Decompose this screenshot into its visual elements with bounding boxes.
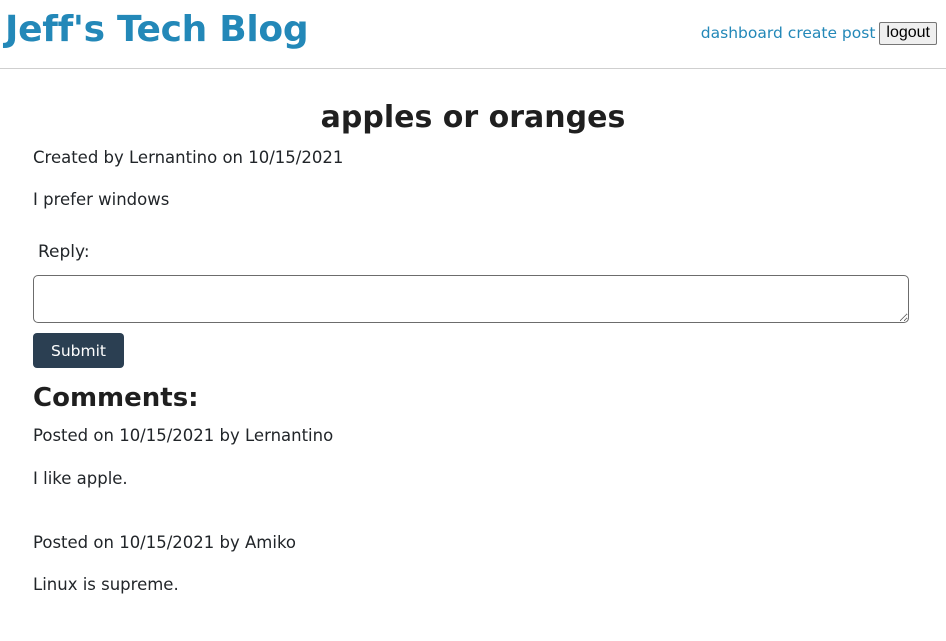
post-title: apples or oranges [320,100,626,135]
site-title[interactable]: Jeff's Tech Blog [5,8,309,52]
comment-text: Linux is supreme. [33,575,179,594]
logout-button[interactable]: logout [879,21,937,45]
comment-meta: Posted on 10/15/2021 by Lernantino [33,426,334,445]
submit-button[interactable]: Submit [33,333,124,368]
comments-heading: Comments: [33,383,199,413]
nav-dashboard-link[interactable]: dashboard [701,24,783,42]
post-body: I prefer windows [33,190,170,209]
post-meta: Created by Lernantino on 10/15/2021 [33,148,344,167]
nav-create-post-link[interactable]: create post [788,24,876,42]
site-header: Jeff's Tech Blog dashboard create post l… [0,0,946,69]
comment-meta: Posted on 10/15/2021 by Amiko [33,533,297,552]
reply-input[interactable] [33,275,909,323]
top-nav: dashboard create post logout [701,21,937,45]
comment-text: I like apple. [33,469,128,488]
reply-label: Reply: [38,242,90,262]
